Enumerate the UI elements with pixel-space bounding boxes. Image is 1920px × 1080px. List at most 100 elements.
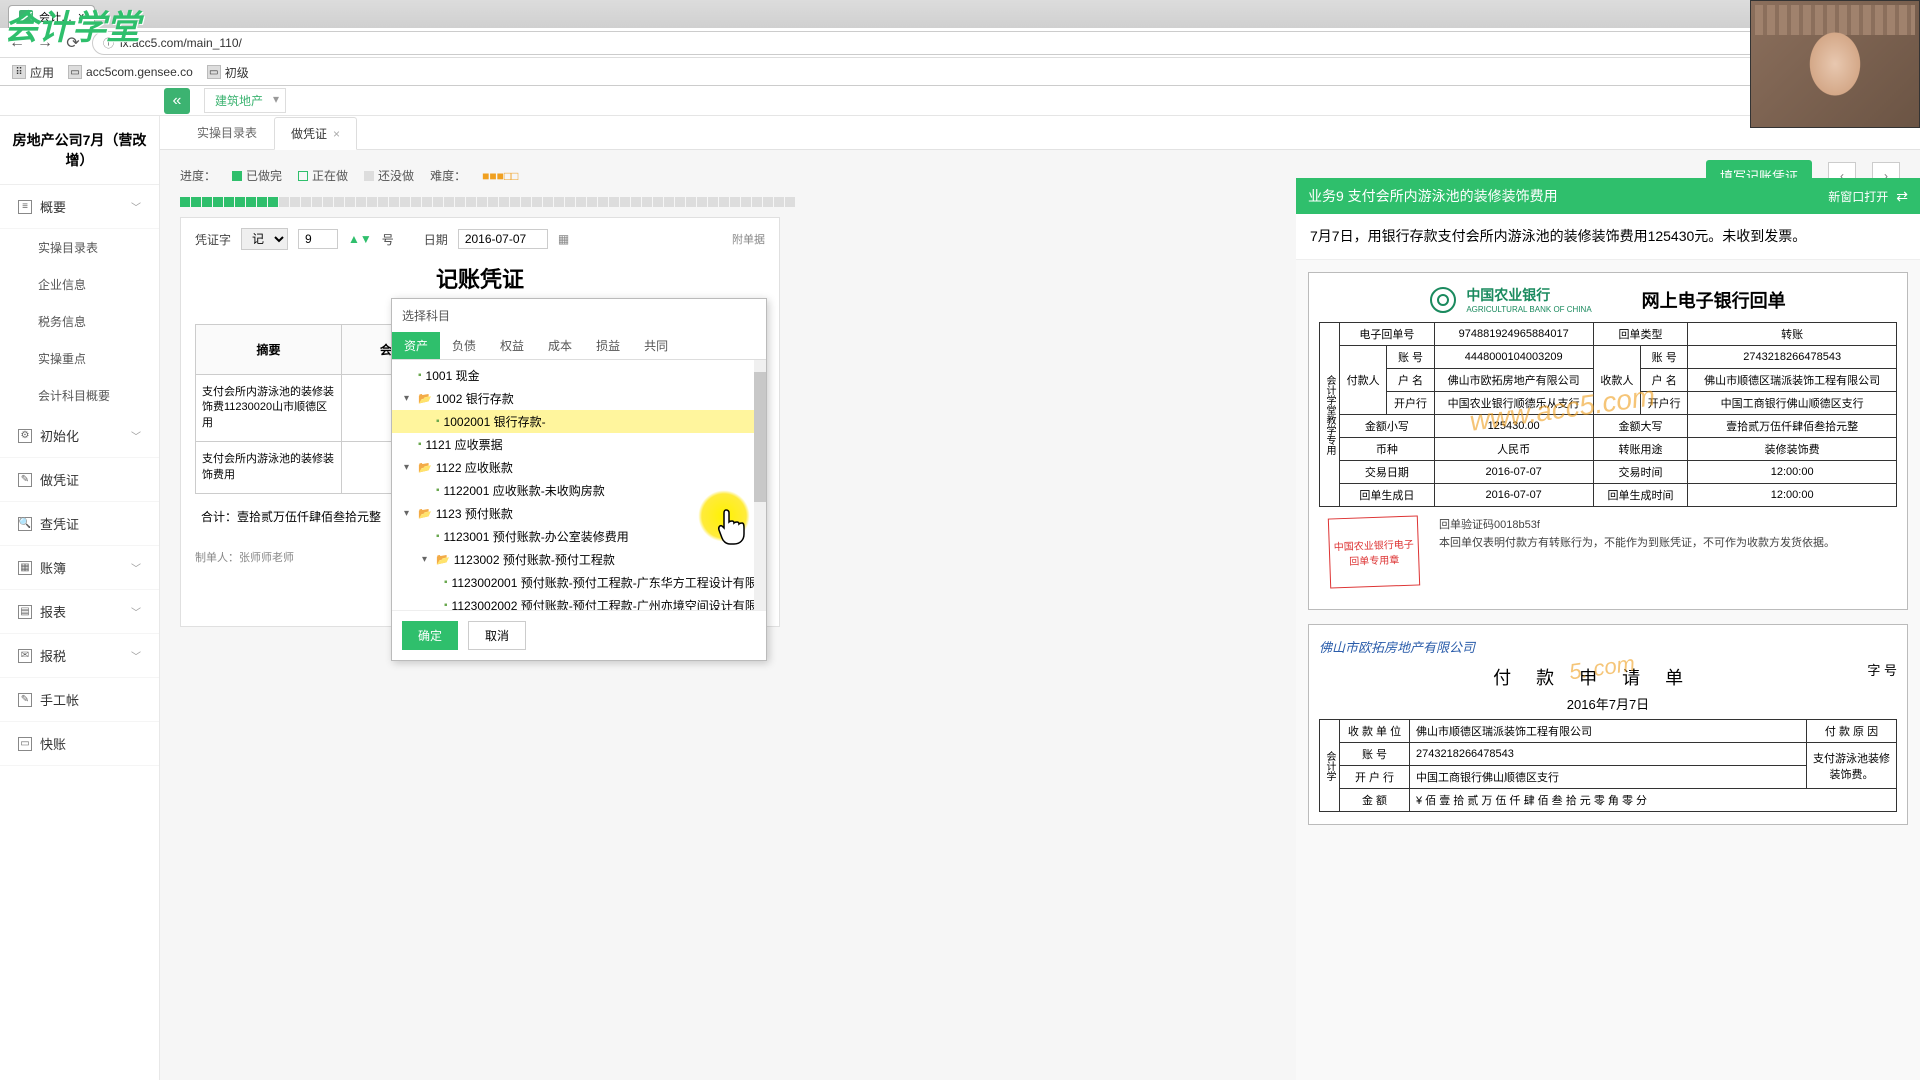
progress-cell[interactable] [378, 197, 388, 207]
scrollbar-thumb[interactable] [754, 372, 766, 502]
progress-cell[interactable] [279, 197, 289, 207]
progress-cell[interactable] [576, 197, 586, 207]
progress-cell[interactable] [598, 197, 608, 207]
sidebar-item[interactable]: 税务信息 [0, 303, 159, 340]
ok-button[interactable]: 确定 [402, 621, 458, 650]
bookmark-item[interactable]: ▭初级 [207, 64, 249, 81]
progress-cell[interactable] [642, 197, 652, 207]
progress-cell[interactable] [609, 197, 619, 207]
tab-directory[interactable]: 实操目录表 [180, 116, 274, 149]
tree-node[interactable]: ▪1001 现金 [392, 364, 766, 387]
progress-cell[interactable] [510, 197, 520, 207]
progress-cell[interactable] [191, 197, 201, 207]
progress-cell[interactable] [543, 197, 553, 207]
voucher-number-input[interactable] [298, 229, 338, 249]
tree-node[interactable]: ▪1123002001 预付账款-预付工程款-广东华方工程设计有限公司 [392, 571, 766, 594]
account-tree[interactable]: ▪1001 现金▾📂1002 银行存款▪1002001 银行存款-▪1121 应… [392, 360, 766, 610]
picker-tab[interactable]: 资产 [392, 332, 440, 359]
sidebar-item[interactable]: ✎手工帐 [0, 678, 159, 722]
progress-cell[interactable] [246, 197, 256, 207]
progress-cell[interactable] [488, 197, 498, 207]
progress-cell[interactable] [422, 197, 432, 207]
company-selector[interactable]: 建筑地产 [204, 88, 286, 113]
progress-cell[interactable] [620, 197, 630, 207]
sidebar-item[interactable]: ⚙初始化﹀ [0, 414, 159, 458]
document-viewer[interactable]: www.acc5.com 中国农业银行 AGRICULTURAL BANK OF… [1296, 260, 1920, 1080]
tree-node[interactable]: ▾📂1123 预付账款 [392, 502, 766, 525]
swap-icon[interactable]: ⇄ [1896, 188, 1908, 205]
cancel-button[interactable]: 取消 [468, 621, 526, 650]
progress-cell[interactable] [697, 197, 707, 207]
progress-cell[interactable] [268, 197, 278, 207]
sidebar-item[interactable]: 企业信息 [0, 266, 159, 303]
progress-cell[interactable] [686, 197, 696, 207]
voucher-stepper[interactable]: ▲▼ [348, 232, 372, 246]
progress-cell[interactable] [532, 197, 542, 207]
progress-cell[interactable] [466, 197, 476, 207]
progress-cell[interactable] [411, 197, 421, 207]
sidebar-collapse-button[interactable]: « [164, 88, 190, 114]
progress-cell[interactable] [741, 197, 751, 207]
progress-cell[interactable] [499, 197, 509, 207]
voucher-date-input[interactable] [458, 229, 548, 249]
tab-close-icon[interactable]: × [333, 127, 340, 141]
progress-cell[interactable] [675, 197, 685, 207]
progress-cell[interactable] [719, 197, 729, 207]
tree-node[interactable]: ▾📂1123002 预付账款-预付工程款 [392, 548, 766, 571]
progress-cell[interactable] [653, 197, 663, 207]
progress-cell[interactable] [202, 197, 212, 207]
expand-icon[interactable]: ▾ [404, 393, 414, 404]
progress-cell[interactable] [323, 197, 333, 207]
progress-cell[interactable] [389, 197, 399, 207]
progress-cell[interactable] [554, 197, 564, 207]
bookmark-item[interactable]: ▭acc5com.gensee.co [68, 65, 193, 79]
picker-tab[interactable]: 成本 [536, 332, 584, 359]
tree-scrollbar[interactable] [754, 360, 766, 610]
progress-cell[interactable] [433, 197, 443, 207]
sidebar-item[interactable]: ▦账簿﹀ [0, 546, 159, 590]
progress-cell[interactable] [290, 197, 300, 207]
progress-cell[interactable] [235, 197, 245, 207]
sidebar-item[interactable]: 实操目录表 [0, 229, 159, 266]
voucher-row-summary[interactable]: 支付会所内游泳池的装修装饰费用 [196, 442, 342, 494]
progress-cell[interactable] [785, 197, 795, 207]
sidebar-item[interactable]: 会计科目概要 [0, 377, 159, 414]
picker-tab[interactable]: 权益 [488, 332, 536, 359]
tree-node[interactable]: ▪1123002002 预付账款-预付工程款-广州亦境空间设计有限公司 [392, 594, 766, 610]
progress-cell[interactable] [213, 197, 223, 207]
tree-node[interactable]: ▾📂1002 银行存款 [392, 387, 766, 410]
expand-icon[interactable]: ▾ [404, 508, 414, 519]
tree-node[interactable]: ▪1122001 应收账款-未收购房款 [392, 479, 766, 502]
progress-cell[interactable] [708, 197, 718, 207]
sidebar-item[interactable]: 🔍查凭证 [0, 502, 159, 546]
progress-cell[interactable] [312, 197, 322, 207]
progress-cell[interactable] [752, 197, 762, 207]
apps-button[interactable]: ⠿应用 [12, 64, 54, 81]
progress-cell[interactable] [565, 197, 575, 207]
tree-node[interactable]: ▪1121 应收票据 [392, 433, 766, 456]
tree-node[interactable]: ▾📂1122 应收账款 [392, 456, 766, 479]
progress-cell[interactable] [367, 197, 377, 207]
open-new-window-link[interactable]: 新窗口打开 [1828, 188, 1888, 205]
voucher-row-summary[interactable]: 支付会所内游泳池的装修装饰费11230020山市顺德区用 [196, 375, 342, 442]
progress-cell[interactable] [180, 197, 190, 207]
progress-cell[interactable] [521, 197, 531, 207]
progress-cell[interactable] [345, 197, 355, 207]
sidebar-item[interactable]: ✉报税﹀ [0, 634, 159, 678]
sidebar-item[interactable]: ✎做凭证 [0, 458, 159, 502]
progress-cell[interactable] [301, 197, 311, 207]
progress-cell[interactable] [477, 197, 487, 207]
progress-cell[interactable] [334, 197, 344, 207]
voucher-type-select[interactable]: 记 [241, 228, 288, 250]
progress-cell[interactable] [444, 197, 454, 207]
progress-cell[interactable] [730, 197, 740, 207]
picker-tab[interactable]: 负债 [440, 332, 488, 359]
progress-cell[interactable] [631, 197, 641, 207]
progress-cell[interactable] [774, 197, 784, 207]
sidebar-item[interactable]: ≡概要﹀ [0, 185, 159, 229]
tab-voucher[interactable]: 做凭证× [274, 117, 357, 150]
expand-icon[interactable]: ▾ [422, 554, 432, 565]
progress-cell[interactable] [763, 197, 773, 207]
expand-icon[interactable]: ▾ [404, 462, 414, 473]
calendar-icon[interactable]: ▦ [558, 232, 569, 246]
